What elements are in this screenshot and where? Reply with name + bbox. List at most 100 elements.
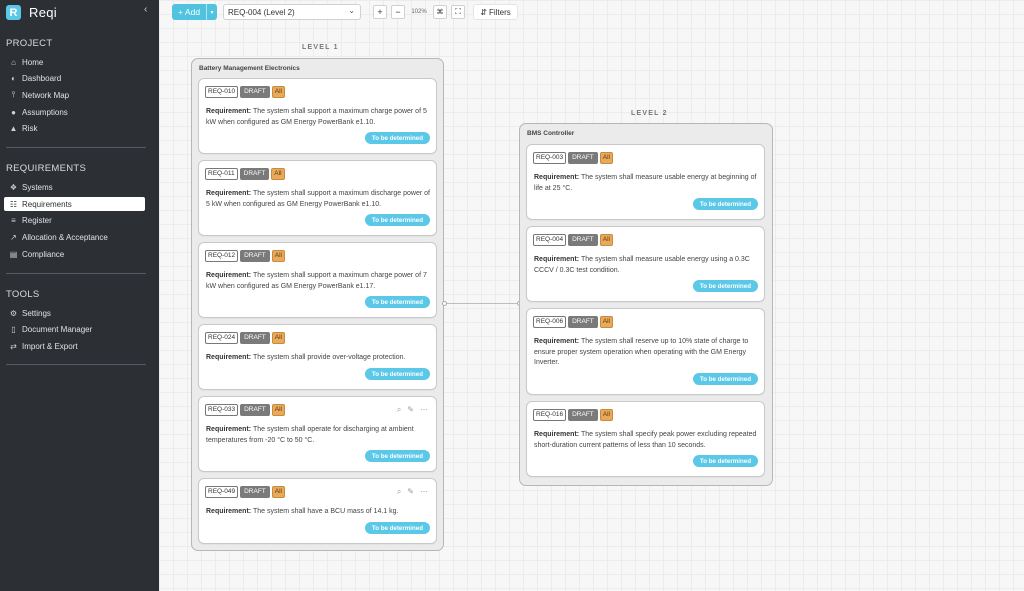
scope-badge: All (271, 168, 285, 180)
sidebar-item-systems[interactable]: ❖ Systems (4, 180, 145, 194)
filters-label: Filters (488, 7, 511, 17)
verification-badge[interactable]: To be determined (364, 450, 430, 462)
more-icon[interactable]: ⋯ (420, 487, 428, 497)
requirement-card[interactable]: REQ-024 DRAFT All Requirement: The system … (198, 324, 437, 390)
reqi-logo: R (6, 5, 21, 20)
sidebar-item-import-export[interactable]: ⇄ Import & Export (4, 339, 145, 353)
app-name: Reqi (29, 5, 57, 20)
allocation-icon: ↗ (10, 232, 17, 242)
sidebar-item-network-map[interactable]: ⫯ Network Map (4, 88, 145, 102)
requirement-card[interactable]: REQ-010 DRAFT All Requirement: The system … (198, 78, 437, 154)
sidebar-item-settings[interactable]: ⚙ Settings (4, 306, 145, 320)
chevron-down-icon[interactable]: ▾ (206, 4, 217, 20)
sidebar-divider (6, 147, 146, 148)
scope-badge: All (271, 486, 286, 498)
sidebar-item-compliance[interactable]: ▤ Compliance (4, 247, 145, 261)
sidebar-item-label: Requirements (22, 199, 72, 209)
verification-badge[interactable]: To be determined (364, 522, 430, 534)
requirement-card[interactable]: REQ-033 DRAFT All ⌕ ✎ ⋯ Requirement: The sys… (198, 396, 437, 472)
requirement-label: Requirement: (534, 256, 580, 263)
sidebar-item-label: Systems (22, 182, 53, 192)
sidebar-item-allocation[interactable]: ↗ Allocation & Acceptance (4, 230, 145, 244)
search-icon[interactable]: ⌕ (397, 405, 401, 415)
status-badge: DRAFT (240, 332, 270, 344)
sidebar-item-label: Dashboard (22, 73, 62, 83)
systems-icon: ❖ (9, 182, 18, 192)
search-icon[interactable]: ⌕ (397, 487, 401, 497)
requirement-text: Requirement: The system shall reserve up… (534, 337, 762, 369)
gear-icon: ⚙ (9, 308, 18, 318)
verification-badge[interactable]: To be determined (692, 455, 758, 467)
chevron-left-icon[interactable]: ‹ (144, 4, 147, 15)
brand[interactable]: R Reqi (6, 5, 57, 20)
sidebar-item-assumptions[interactable]: ● Assumptions (4, 105, 145, 119)
sidebar-item-risk[interactable]: ▲ Risk (4, 121, 145, 135)
connector-handle[interactable] (442, 301, 447, 306)
zoom-in-button[interactable]: + (373, 5, 387, 19)
requirement-text: Requirement: The system shall have a BCU… (206, 507, 434, 518)
verification-badge[interactable]: To be determined (364, 368, 430, 380)
section-title-tools: TOOLS (6, 289, 40, 300)
add-button[interactable]: + Add ▾ (172, 4, 217, 20)
verification-badge[interactable]: To be determined (692, 198, 758, 210)
sidebar-divider (6, 364, 146, 365)
scope-badge: All (271, 250, 286, 262)
requirement-id-badge: REQ-011 (205, 168, 238, 180)
requirement-id-badge: REQ-024 (205, 332, 239, 344)
sidebar-item-label: Compliance (22, 249, 65, 259)
fullscreen-icon[interactable]: ⛶ (451, 5, 465, 19)
sidebar-item-label: Risk (22, 123, 38, 133)
verification-badge[interactable]: To be determined (692, 280, 758, 292)
requirement-label: Requirement: (206, 108, 252, 115)
chevron-down-icon: ⌄ (348, 6, 355, 15)
sidebar-item-label: Home (22, 57, 44, 67)
requirement-text: Requirement: The system shall provide ov… (206, 353, 434, 364)
sidebar-item-requirements[interactable]: ☷ Requirements (4, 197, 145, 211)
edit-icon[interactable]: ✎ (407, 487, 414, 497)
requirement-text: Requirement: The system shall specify pe… (534, 430, 764, 451)
requirement-card[interactable]: REQ-006 DRAFT All Requirement: The system … (526, 308, 765, 395)
requirement-card[interactable]: REQ-003 DRAFT All Requirement: The system … (526, 144, 765, 220)
import-export-icon: ⇄ (10, 341, 17, 351)
requirement-body: The system shall have a BCU mass of 14.1… (252, 508, 399, 515)
requirement-text: Requirement: The system shall operate fo… (206, 425, 434, 446)
edit-icon[interactable]: ✎ (407, 405, 414, 415)
sidebar-item-register[interactable]: ≡ Register (4, 213, 145, 227)
system-group-title: Battery Management Electronics (199, 65, 300, 72)
trace-connector[interactable] (444, 303, 519, 304)
status-badge: DRAFT (240, 486, 270, 498)
requirement-text: Requirement: The system shall measure us… (534, 255, 760, 276)
sidebar-item-label: Import & Export (22, 341, 78, 351)
requirement-card[interactable]: REQ-004 DRAFT All Requirement: The system … (526, 226, 765, 302)
verification-badge[interactable]: To be determined (364, 296, 430, 308)
more-icon[interactable]: ⋯ (420, 405, 428, 415)
requirement-select[interactable]: REQ-004 (Level 2) ⌄ (223, 4, 361, 20)
sidebar-item-label: Network Map (22, 90, 70, 100)
filter-sort-icon: ⇵ (480, 7, 487, 17)
zoom-out-button[interactable]: − (391, 5, 405, 19)
sidebar-item-home[interactable]: ⌂ Home (4, 55, 145, 69)
requirement-card[interactable]: REQ-016 DRAFT All Requirement: The system … (526, 401, 765, 477)
requirement-label: Requirement: (206, 190, 252, 197)
verification-badge[interactable]: To be determined (364, 214, 430, 226)
scope-badge: All (599, 316, 614, 328)
verification-badge[interactable]: To be determined (364, 132, 430, 144)
verification-badge[interactable]: To be determined (692, 373, 758, 385)
status-badge: DRAFT (568, 409, 598, 421)
sidebar-item-document-manager[interactable]: ▯ Document Manager (4, 322, 145, 336)
add-button-main[interactable]: + Add (172, 7, 206, 17)
sidebar-item-dashboard[interactable]: ◐ Dashboard (4, 71, 145, 85)
hierarchy-icon: ☷ (9, 199, 18, 209)
document-icon: ▯ (11, 324, 16, 334)
requirement-card[interactable]: REQ-011 DRAFT All Requirement: The system … (198, 160, 437, 236)
requirement-card[interactable]: REQ-049 DRAFT All ⌕ ✎ ⋯ Requirement: The sys… (198, 478, 437, 544)
status-badge: DRAFT (239, 168, 270, 180)
requirement-text: Requirement: The system shall support a … (206, 189, 434, 210)
fit-view-icon[interactable]: ⌘ (433, 5, 447, 19)
filters-button[interactable]: ⇵ Filters (473, 4, 518, 20)
requirement-label: Requirement: (534, 338, 580, 345)
scope-badge: All (271, 86, 286, 98)
requirement-card[interactable]: REQ-012 DRAFT All Requirement: The system … (198, 242, 437, 318)
sidebar-item-label: Document Manager (22, 324, 93, 334)
status-badge: DRAFT (240, 250, 270, 262)
